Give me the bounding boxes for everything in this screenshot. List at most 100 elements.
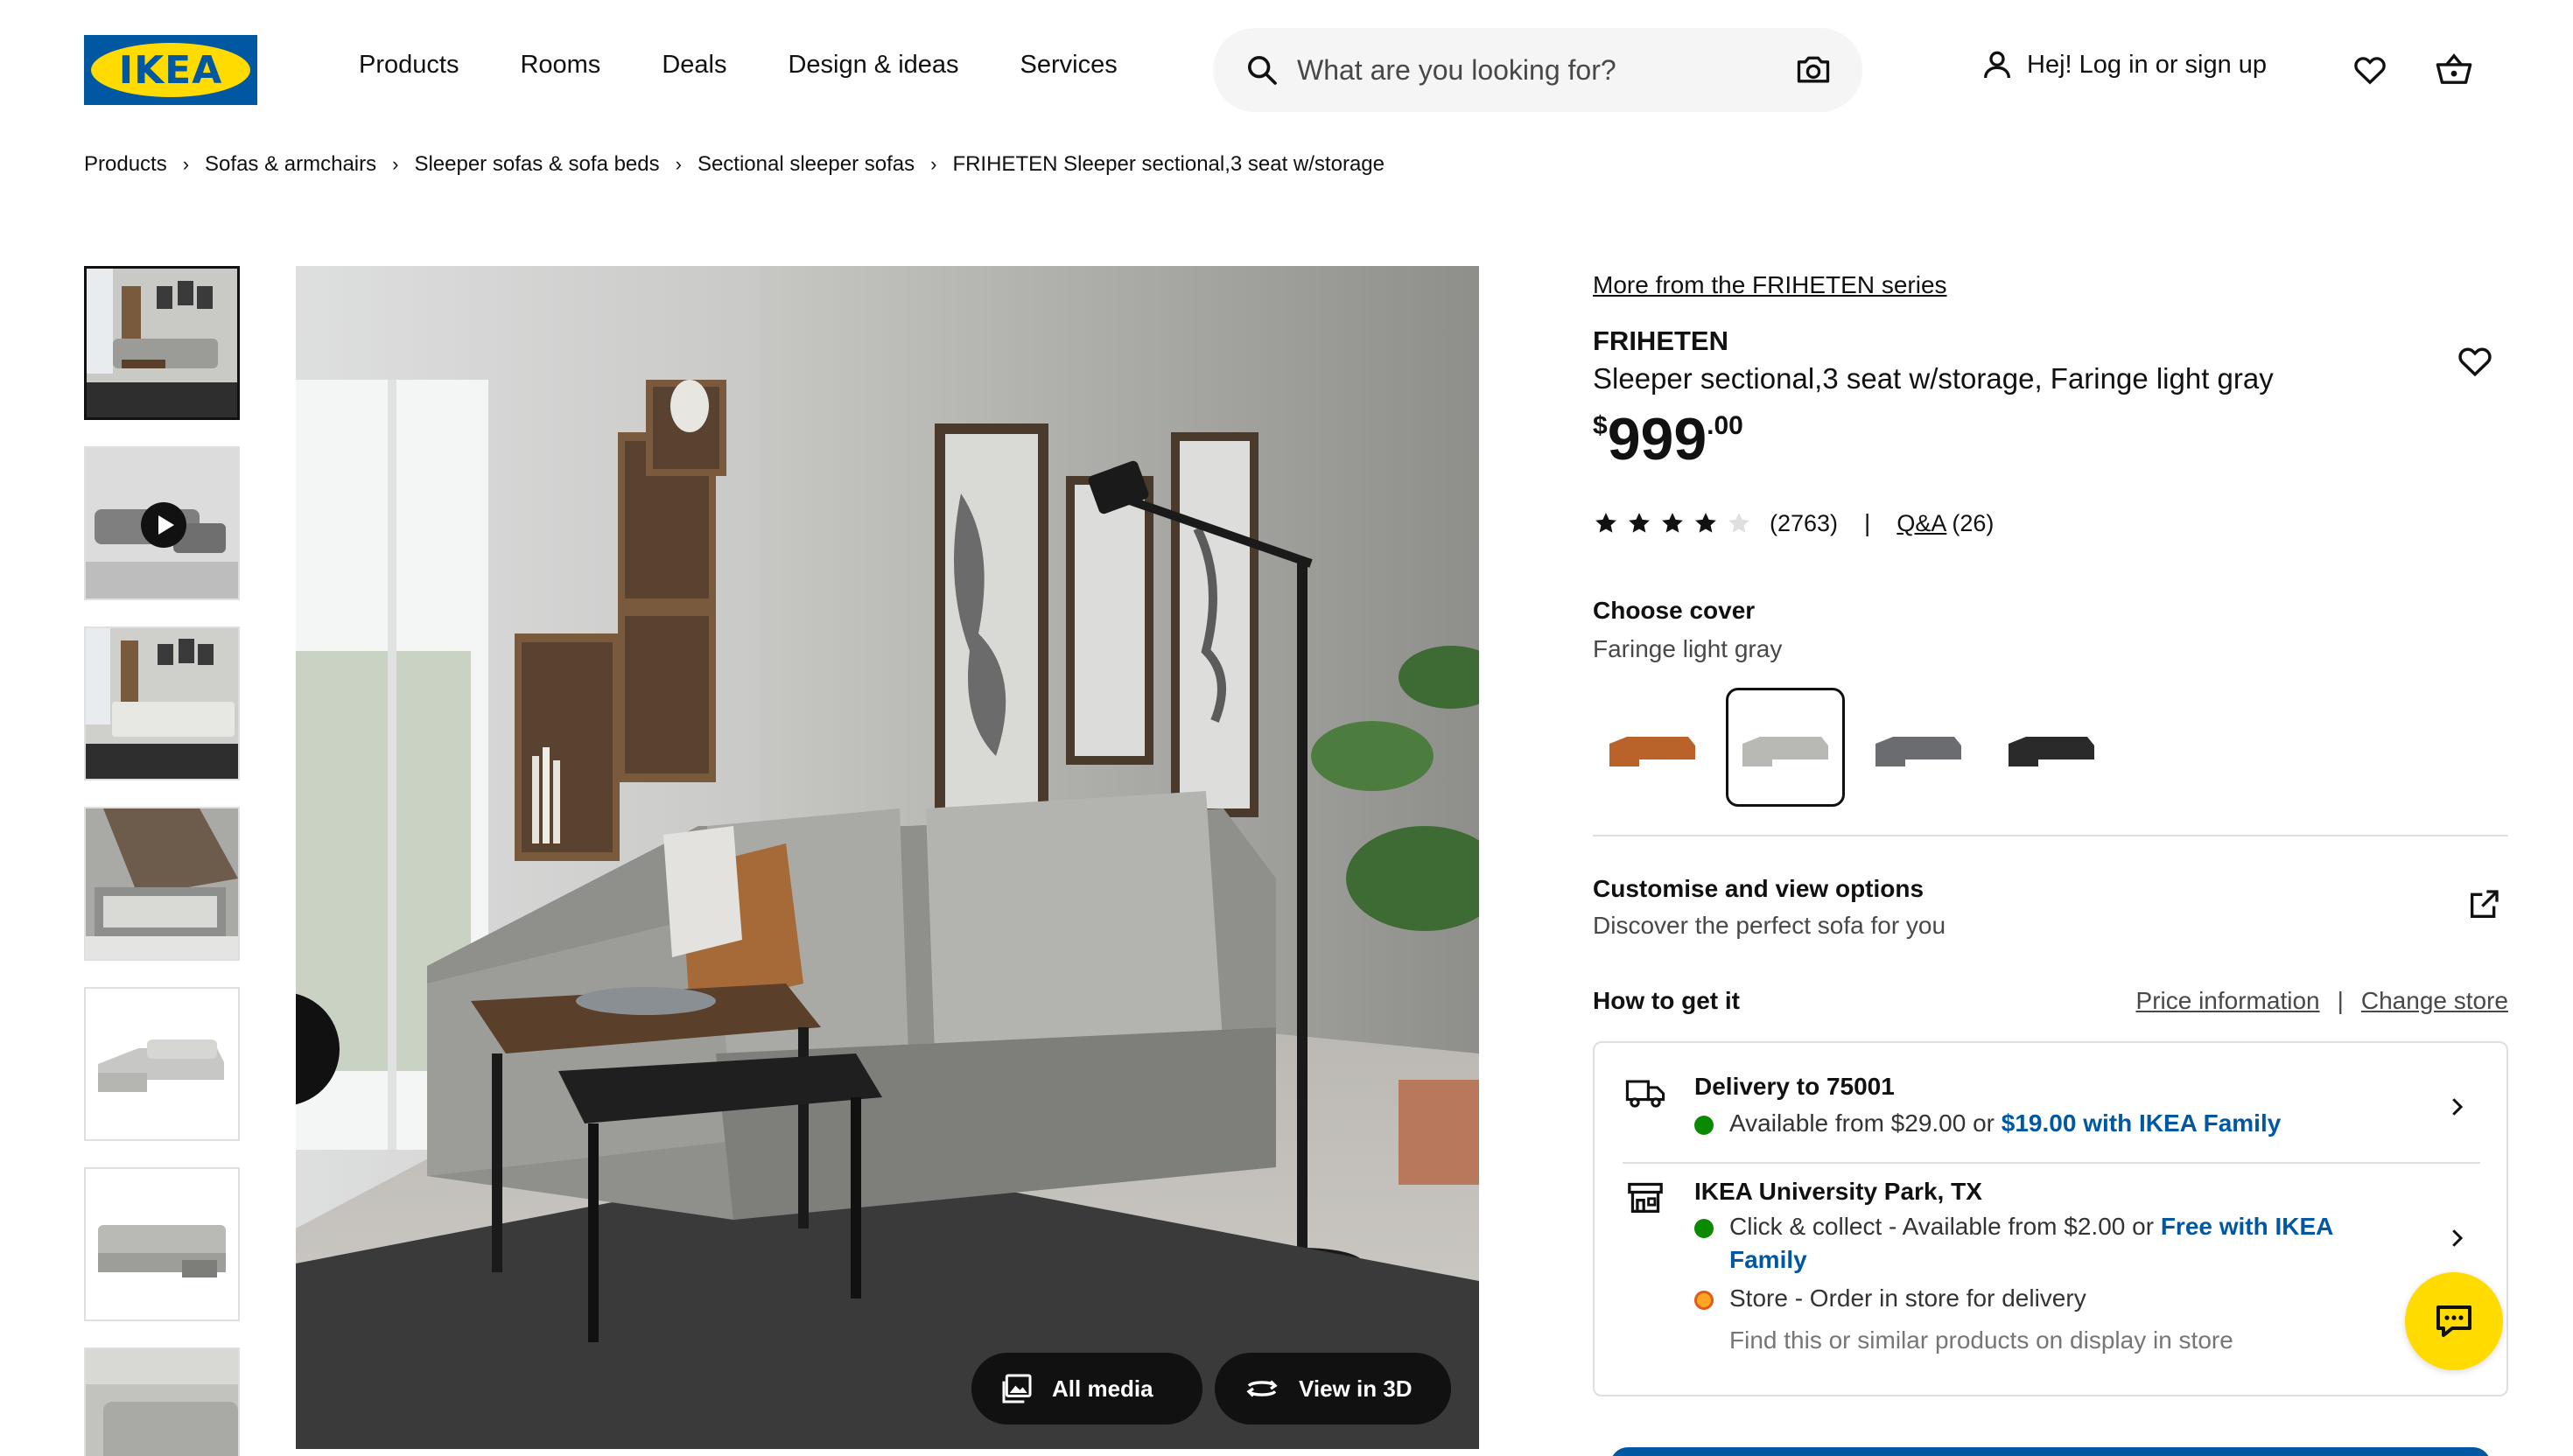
delivery-row[interactable]: Delivery to 75001 Available from $29.00 … [1595,1069,2510,1166]
chevron-right-icon: › [392,153,399,175]
customise-subtitle: Discover the perfect sofa for you [1593,912,1946,939]
click-collect-family-wrap: Family [1729,1246,1807,1274]
product-price: $ 999 .00 [1593,402,1743,476]
change-store-link[interactable]: Change store [2361,987,2508,1015]
all-media-button[interactable]: All media [971,1353,1202,1424]
row-divider [1623,1162,2480,1164]
rating-divider: | [1864,509,1871,536]
thumbnail-list [84,266,240,1456]
click-collect-text: Click & collect - Available from $2.00 o… [1729,1213,2155,1240]
store-icon [1628,1182,1663,1213]
cover-swatch[interactable] [1726,688,1845,807]
rating-count[interactable]: (2763) [1770,510,1838,537]
external-link-icon[interactable] [2466,887,2501,922]
thumbnail-fabric-detail[interactable] [84,1348,240,1456]
thumbnail-storage[interactable] [84,807,240,961]
all-media-label: All media [1052,1375,1153,1402]
star-icon [1662,513,1683,533]
product-description: Sleeper sectional,3 seat w/storage, Fari… [1593,362,2274,395]
star-icon [1695,513,1716,533]
delivery-family-price: $19.00 with IKEA Family [2001,1110,2282,1137]
nav-rooms[interactable]: Rooms [520,51,600,80]
add-to-bag-button[interactable] [1610,1447,2491,1456]
logo-text: IKEA [118,47,223,93]
login-label: Hej! Log in or sign up [2027,50,2268,79]
how-to-get-it-title: How to get it [1593,987,1740,1014]
view-in-3d-button[interactable]: View in 3D [1215,1353,1451,1424]
shopping-cart-icon[interactable] [2435,51,2473,88]
star-icon [1629,513,1650,533]
available-status-dot [1694,1219,1714,1238]
availability-box: Delivery to 75001 Available from $29.00 … [1593,1041,2508,1396]
store-order-text: Store - Order in store for delivery [1729,1284,2086,1312]
login-link[interactable]: Hej! Log in or sign up [1980,47,2267,82]
main-nav: Products Rooms Deals Design & ideas Serv… [359,51,1179,80]
delivery-availability: Available from $29.00 or $19.00 with IKE… [1694,1110,2281,1138]
chevron-right-icon: › [182,153,190,175]
available-status-dot [1694,1116,1714,1135]
cover-swatch[interactable] [1593,688,1712,807]
thumbnail-bed-mode[interactable] [84,626,240,780]
price-integer: 999 [1607,406,1707,472]
product-name: FRIHETEN [1593,326,1728,356]
site-header: IKEA Products Rooms Deals Design & ideas… [0,0,2573,140]
user-icon [1984,51,2010,79]
how-to-get-links: Price information | Change store [2136,987,2508,1015]
find-in-store-text: Find this or similar products on display… [1729,1326,2233,1354]
series-link[interactable]: More from the FRIHETEN series [1593,271,1947,299]
camera-icon[interactable] [1794,51,1833,89]
add-to-favourites-heart-icon[interactable] [2456,343,2494,380]
view-in-3d-label: View in 3D [1299,1375,1413,1402]
click-collect-family-cont: Family [1729,1246,1807,1273]
chevron-right-icon [2452,1098,2464,1116]
customise-title[interactable]: Customise and view options [1593,875,1924,903]
search-bar[interactable] [1213,28,1862,112]
store-order-line: Store - Order in store for delivery [1694,1284,2086,1312]
cover-swatch[interactable] [1859,688,1978,807]
rating-stars[interactable] [1593,510,1759,536]
ikea-logo[interactable]: IKEA [84,35,257,105]
delivery-truck-icon [1625,1080,1665,1108]
chat-support-button[interactable] [2405,1272,2503,1370]
nav-deals[interactable]: Deals [662,51,726,80]
price-decimal: .00 [1707,411,1743,440]
nav-products[interactable]: Products [359,51,459,80]
breadcrumb-item[interactable]: Sofas & armchairs [205,152,376,177]
nav-design-ideas[interactable]: Design & ideas [788,51,958,80]
chevron-right-icon: › [675,153,682,175]
play-icon [141,502,186,548]
thumbnail-room-lifestyle[interactable] [84,266,240,420]
breadcrumb: Products › Sofas & armchairs › Sleeper s… [84,152,1385,177]
delivery-price-text: Available from $29.00 or [1729,1110,1995,1137]
qa-link[interactable]: Q&A [1896,510,1946,537]
store-row[interactable]: IKEA University Park, TX Click & collect… [1595,1174,2510,1384]
logo-oval: IKEA [91,43,250,97]
thumbnail-sofa-open[interactable] [84,1167,240,1321]
nav-services[interactable]: Services [1020,51,1118,80]
search-input[interactable] [1297,47,1787,93]
favourites-heart-icon[interactable] [2352,52,2387,88]
thumbnail-sofa-product[interactable] [84,987,240,1141]
cover-swatch[interactable] [1992,688,2111,807]
price-information-link[interactable]: Price information [2136,987,2320,1015]
click-collect-family: Free with IKEA [2160,1213,2334,1240]
breadcrumb-item[interactable]: Sleeper sofas & sofa beds [414,152,659,177]
click-collect-availability: Click & collect - Available from $2.00 o… [1694,1213,2333,1241]
store-title: IKEA University Park, TX [1694,1178,1982,1205]
price-currency: $ [1593,411,1608,440]
choose-cover-title: Choose cover [1593,597,1756,624]
breadcrumb-item[interactable]: Sectional sleeper sofas [698,152,915,177]
qa-count: (26) [1952,509,1995,536]
gallery-icon [1002,1374,1032,1404]
rating-row: (2763) | Q&A (26) [1593,509,1994,537]
search-icon[interactable] [1244,52,1279,88]
chevron-right-icon: › [930,153,937,175]
delivery-title: Delivery to 75001 [1694,1073,1895,1100]
cover-swatch-list [1593,688,2111,807]
link-divider: | [2337,987,2344,1014]
star-icon [1595,513,1616,533]
breadcrumb-item[interactable]: Products [84,152,167,177]
breadcrumb-current[interactable]: FRIHETEN Sleeper sectional,3 seat w/stor… [952,152,1385,177]
main-product-image[interactable]: All media View in 3D [296,266,1479,1449]
thumbnail-video[interactable] [84,446,240,600]
